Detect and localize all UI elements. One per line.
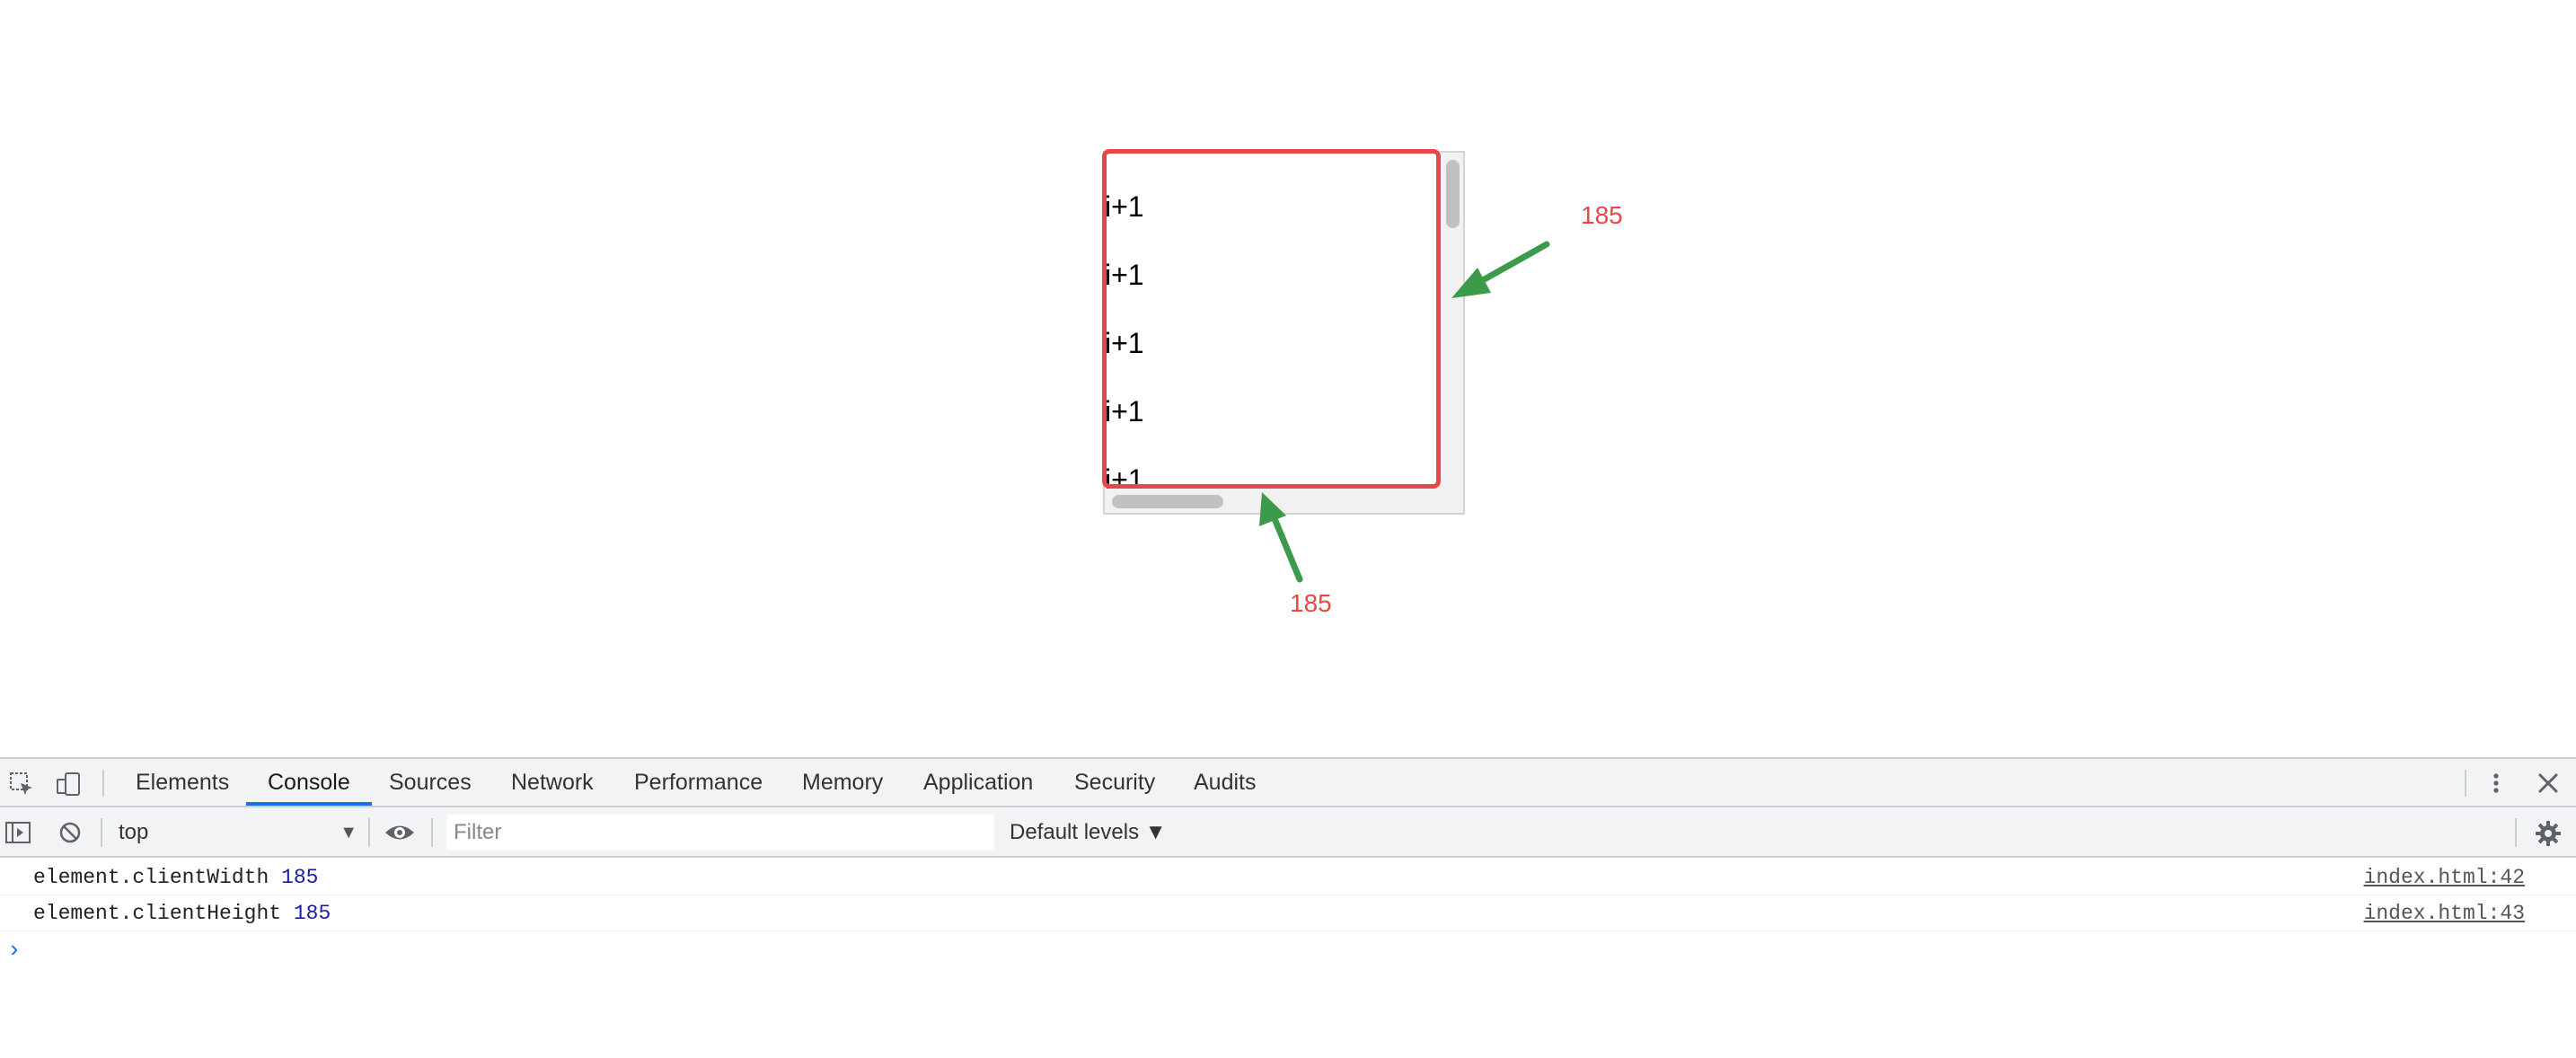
tab-performance[interactable]: Performance [634,759,763,806]
console-message: element.clientWidth 185 index.html:42 [0,860,2576,895]
vertical-scrollbar-thumb[interactable] [1446,160,1460,228]
scrollbar-corner [1439,489,1463,513]
inspect-element-icon[interactable] [7,770,36,798]
console-message: element.clientHeight 185 index.html:43 [0,895,2576,931]
log-levels-dropdown[interactable]: Default levels ▼ [1010,815,1167,851]
clear-console-icon[interactable] [56,818,84,847]
list-item: i+1 [1105,395,1144,428]
console-prompt[interactable]: › [0,933,2576,969]
tab-audits[interactable]: Audits [1194,759,1256,806]
width-annotation-label: 185 [1581,201,1623,229]
tab-application[interactable]: Application [923,759,1033,806]
console-source-link[interactable]: index.html:43 [2364,895,2525,931]
filter-input[interactable] [446,815,994,851]
more-options-icon[interactable] [2483,770,2510,797]
divider [101,818,102,847]
devtools-tabbar: Elements Console Sources Network Perform… [0,759,2576,807]
arrow-right-icon [1451,241,1550,298]
console-text: element.clientHeight [33,902,282,925]
tab-console[interactable]: Console [246,759,372,806]
divider [2465,770,2466,797]
live-expression-eye-icon[interactable] [383,818,417,847]
height-annotation-label: 185 [1290,589,1332,617]
tab-sources[interactable]: Sources [389,759,472,806]
console-text: element.clientWidth [33,866,269,889]
divider [2515,818,2517,847]
prompt-chevron-icon: › [7,937,22,964]
context-value: top [119,820,149,844]
divider [102,770,104,797]
tab-network[interactable]: Network [511,759,594,806]
console-source-link[interactable]: index.html:42 [2364,860,2525,895]
console-value: 185 [281,866,319,889]
gear-icon[interactable] [2533,818,2563,849]
devtools-panel: Elements Console Sources Network Perform… [0,757,2576,1058]
dropdown-arrow-icon: ▼ [340,823,357,842]
list-item: i+1 [1105,190,1144,223]
horizontal-scrollbar-thumb[interactable] [1112,495,1223,508]
tab-memory[interactable]: Memory [802,759,883,806]
console-value: 185 [293,902,331,925]
console-toolbar: top ▼ Default levels ▼ [0,807,2576,858]
list-item: i+1 [1105,259,1144,291]
context-selector[interactable]: top ▼ [106,815,357,851]
show-sidebar-icon[interactable] [4,818,32,847]
tab-elements[interactable]: Elements [136,759,229,806]
scroll-container[interactable]: i+1 i+1 i+1 i+1 i+1 [1103,151,1465,515]
divider [431,818,433,847]
close-icon[interactable] [2535,770,2562,797]
device-toolbar-icon[interactable] [54,770,83,798]
tab-security[interactable]: Security [1074,759,1155,806]
divider [368,818,370,847]
page-viewport: i+1 i+1 i+1 i+1 i+1 185 185 [0,0,2576,757]
list-item: i+1 [1105,327,1144,359]
